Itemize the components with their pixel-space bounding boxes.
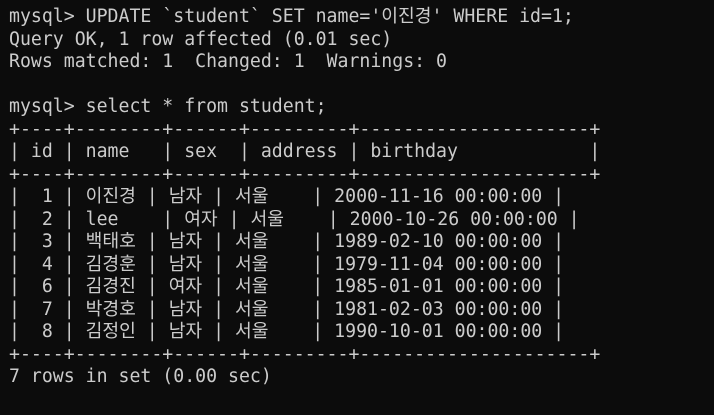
table-border-top: +----+--------+------+---------+--------… [9, 118, 601, 140]
command-line-select: mysql> select * from student; [9, 96, 327, 117]
table-border-bottom: +----+--------+------+---------+--------… [9, 343, 601, 365]
result-summary: 7 rows in set (0.00 sec) [9, 366, 272, 387]
table-header-row: | id | name | sex | address | birthday | [9, 141, 601, 162]
table-row: | 3 | 백태호 | 남자 | 서울 | 1989-02-10 00:00:0… [9, 231, 565, 252]
table-row: | 1 | 이진경 | 남자 | 서울 | 2000-11-16 00:00:0… [9, 186, 565, 207]
terminal-output[interactable]: mysql> UPDATE `student` SET name='이진경' W… [9, 6, 709, 411]
table-border-header: +----+--------+------+---------+--------… [9, 163, 601, 185]
query-ok-message: Query OK, 1 row affected (0.01 sec) [9, 28, 393, 50]
table-row: | 2 | lee | 여자 | 서울 | 2000-10-26 00:00:0… [9, 208, 580, 230]
rows-matched-message: Rows matched: 1 Changed: 1 Warnings: 0 [9, 51, 447, 72]
command-line-update: mysql> UPDATE `student` SET name='이진경' W… [9, 6, 574, 27]
table-row: | 8 | 김정인 | 남자 | 서울 | 1990-10-01 00:00:0… [9, 321, 565, 342]
table-row: | 6 | 김경진 | 여자 | 서울 | 1985-01-01 00:00:0… [9, 276, 565, 297]
table-row: | 7 | 박경호 | 남자 | 서울 | 1981-02-03 00:00:0… [9, 298, 565, 320]
table-row: | 4 | 김경훈 | 남자 | 서울 | 1979-11-04 00:00:0… [9, 253, 565, 275]
